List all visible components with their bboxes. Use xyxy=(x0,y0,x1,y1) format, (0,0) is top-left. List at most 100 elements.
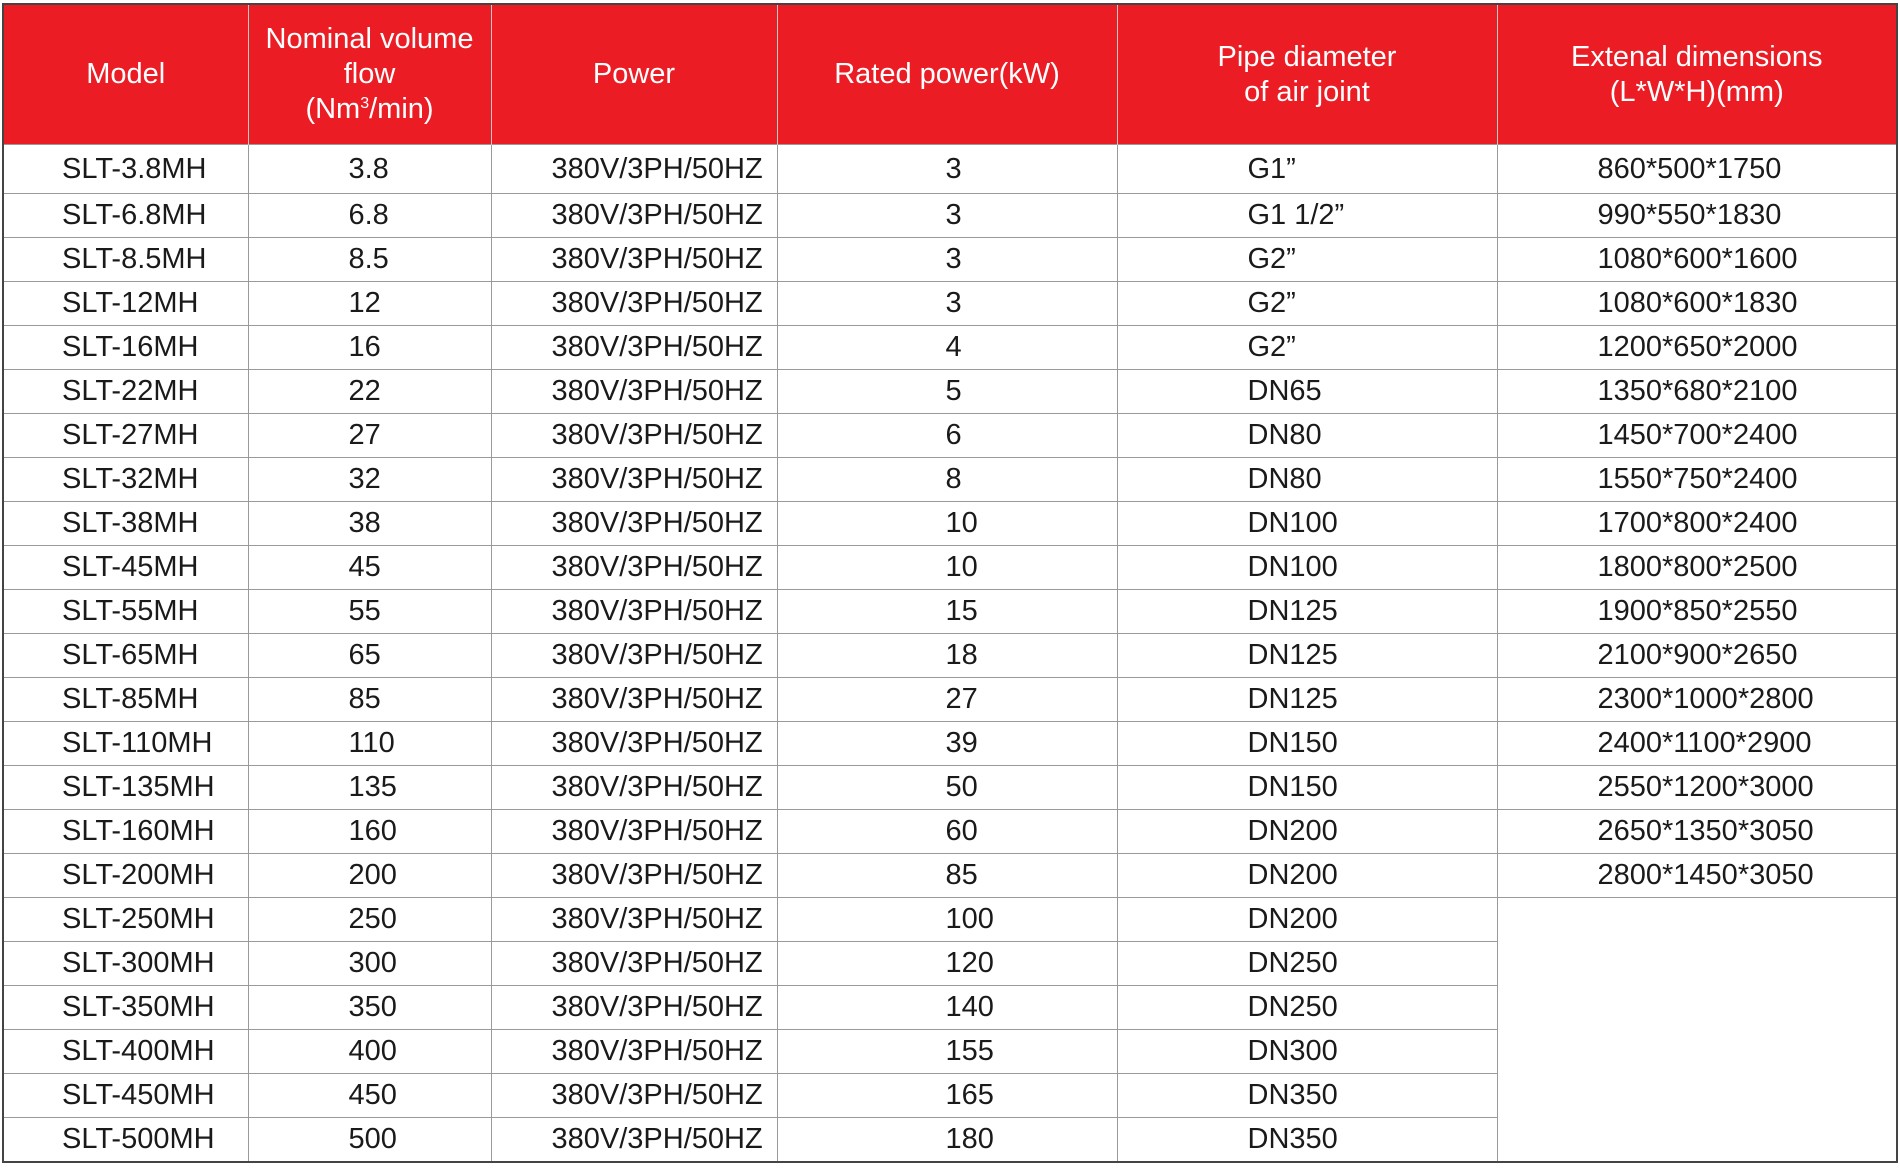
flow-cell: 350 xyxy=(247,985,492,1030)
header-pipe: Pipe diameter of air joint xyxy=(1116,3,1498,145)
table-row: SLT-55MH 55 380V/3PH/50HZ 15 DN125 1900*850*2… xyxy=(2,589,1898,634)
power-cell: 380V/3PH/50HZ xyxy=(490,721,778,766)
model-cell: SLT-450MH xyxy=(2,1073,249,1118)
model-cell: SLT-65MH xyxy=(2,633,249,678)
power-cell: 380V/3PH/50HZ xyxy=(490,1117,778,1163)
rated-power-cell: 3 xyxy=(776,281,1118,326)
dimensions-cell xyxy=(1496,941,1898,986)
power-cell: 380V/3PH/50HZ xyxy=(490,144,778,194)
flow-cell: 250 xyxy=(247,897,492,942)
flow-cell: 3.8 xyxy=(247,144,492,194)
model-cell: SLT-400MH xyxy=(2,1029,249,1074)
power-cell: 380V/3PH/50HZ xyxy=(490,237,778,282)
flow-cell: 450 xyxy=(247,1073,492,1118)
pipe-diameter-cell: DN150 xyxy=(1116,765,1498,810)
header-dim-line1: Extenal dimensions xyxy=(1571,40,1823,73)
model-cell: SLT-8.5MH xyxy=(2,237,249,282)
table-row: SLT-8.5MH 8.5 380V/3PH/50HZ 3 G2” 1080*600*16… xyxy=(2,237,1898,282)
model-cell: SLT-27MH xyxy=(2,413,249,458)
flow-cell: 45 xyxy=(247,545,492,590)
power-cell: 380V/3PH/50HZ xyxy=(490,897,778,942)
header-row: Model Nominal volume flow (Nm3/min) Powe… xyxy=(2,3,1898,145)
pipe-diameter-cell: DN125 xyxy=(1116,677,1498,722)
dimensions-cell: 2400*1100*2900 xyxy=(1496,721,1898,766)
rated-power-cell: 27 xyxy=(776,677,1118,722)
flow-cell: 32 xyxy=(247,457,492,502)
dimensions-cell: 1450*700*2400 xyxy=(1496,413,1898,458)
flow-cell: 16 xyxy=(247,325,492,370)
rated-power-cell: 180 xyxy=(776,1117,1118,1163)
flow-cell: 12 xyxy=(247,281,492,326)
header-model: Model xyxy=(2,3,249,145)
model-cell: SLT-3.8MH xyxy=(2,144,249,194)
table-row: SLT-38MH 38 380V/3PH/50HZ 10 DN100 1700*800*2… xyxy=(2,501,1898,546)
rated-power-cell: 3 xyxy=(776,144,1118,194)
dimensions-cell: 2550*1200*3000 xyxy=(1496,765,1898,810)
rated-power-cell: 165 xyxy=(776,1073,1118,1118)
dimensions-cell xyxy=(1496,1117,1898,1163)
rated-power-cell: 5 xyxy=(776,369,1118,414)
model-cell: SLT-45MH xyxy=(2,545,249,590)
rated-power-cell: 120 xyxy=(776,941,1118,986)
pipe-diameter-cell: DN250 xyxy=(1116,941,1498,986)
rated-power-cell: 6 xyxy=(776,413,1118,458)
header-pipe-line2: of air joint xyxy=(1244,75,1370,108)
model-cell: SLT-38MH xyxy=(2,501,249,546)
power-cell: 380V/3PH/50HZ xyxy=(490,413,778,458)
rated-power-cell: 10 xyxy=(776,501,1118,546)
pipe-diameter-cell: G1 1/2” xyxy=(1116,193,1498,238)
dimensions-cell xyxy=(1496,1073,1898,1118)
header-flow: Nominal volume flow (Nm3/min) xyxy=(247,3,492,145)
pipe-diameter-cell: DN100 xyxy=(1116,501,1498,546)
header-power: Power xyxy=(490,3,778,145)
flow-cell: 500 xyxy=(247,1117,492,1163)
rated-power-cell: 85 xyxy=(776,853,1118,898)
header-power-label: Power xyxy=(592,58,676,90)
power-cell: 380V/3PH/50HZ xyxy=(490,809,778,854)
model-cell: SLT-12MH xyxy=(2,281,249,326)
model-cell: SLT-16MH xyxy=(2,325,249,370)
header-flow-unit-post: /min) xyxy=(369,93,434,125)
power-cell: 380V/3PH/50HZ xyxy=(490,1029,778,1074)
power-cell: 380V/3PH/50HZ xyxy=(490,941,778,986)
pipe-diameter-cell: DN350 xyxy=(1116,1073,1498,1118)
dimensions-cell: 1550*750*2400 xyxy=(1496,457,1898,502)
pipe-diameter-cell: DN350 xyxy=(1116,1117,1498,1163)
table-row: SLT-22MH 22 380V/3PH/50HZ 5 DN65 1350*680*210… xyxy=(2,369,1898,414)
header-flow-unit: (Nm3/min) xyxy=(305,93,433,125)
model-cell: SLT-55MH xyxy=(2,589,249,634)
table-row: SLT-27MH 27 380V/3PH/50HZ 6 DN80 1450*700*240… xyxy=(2,413,1898,458)
rated-power-cell: 8 xyxy=(776,457,1118,502)
table-row: SLT-85MH 85 380V/3PH/50HZ 27 DN125 2300*1000*… xyxy=(2,677,1898,722)
rated-power-cell: 100 xyxy=(776,897,1118,942)
dimensions-cell: 860*500*1750 xyxy=(1496,144,1898,194)
flow-cell: 85 xyxy=(247,677,492,722)
table-row: SLT-6.8MH 6.8 380V/3PH/50HZ 3 G1 1/2” 990*550… xyxy=(2,193,1898,238)
table-row: SLT-250MH 250 380V/3PH/50HZ 100 DN200 xyxy=(2,897,1898,942)
model-cell: SLT-350MH xyxy=(2,985,249,1030)
pipe-diameter-cell: G2” xyxy=(1116,281,1498,326)
flow-cell: 110 xyxy=(247,721,492,766)
pipe-diameter-cell: DN100 xyxy=(1116,545,1498,590)
power-cell: 380V/3PH/50HZ xyxy=(490,1073,778,1118)
model-cell: SLT-135MH xyxy=(2,765,249,810)
pipe-diameter-cell: DN65 xyxy=(1116,369,1498,414)
flow-cell: 22 xyxy=(247,369,492,414)
model-cell: SLT-200MH xyxy=(2,853,249,898)
header-model-label: Model xyxy=(86,58,166,90)
table-row: SLT-135MH 135 380V/3PH/50HZ 50 DN150 2550*120… xyxy=(2,765,1898,810)
header-flow-line1: Nominal volume xyxy=(265,23,474,55)
pipe-diameter-cell: DN80 xyxy=(1116,413,1498,458)
dimensions-cell: 2100*900*2650 xyxy=(1496,633,1898,678)
header-dim-line2: (L*W*H)(mm) xyxy=(1609,75,1784,108)
rated-power-cell: 39 xyxy=(776,721,1118,766)
table-row: SLT-12MH 12 380V/3PH/50HZ 3 G2” 1080*600*1830 xyxy=(2,281,1898,326)
dimensions-cell: 1350*680*2100 xyxy=(1496,369,1898,414)
power-cell: 380V/3PH/50HZ xyxy=(490,633,778,678)
table-row: SLT-500MH 500 380V/3PH/50HZ 180 DN350 xyxy=(2,1117,1898,1163)
header-rated: Rated power(kW) xyxy=(776,3,1118,145)
header-flow-unit-pre: (Nm xyxy=(305,93,361,125)
rated-power-cell: 140 xyxy=(776,985,1118,1030)
table-row: SLT-65MH 65 380V/3PH/50HZ 18 DN125 2100*900*2… xyxy=(2,633,1898,678)
pipe-diameter-cell: DN200 xyxy=(1116,853,1498,898)
